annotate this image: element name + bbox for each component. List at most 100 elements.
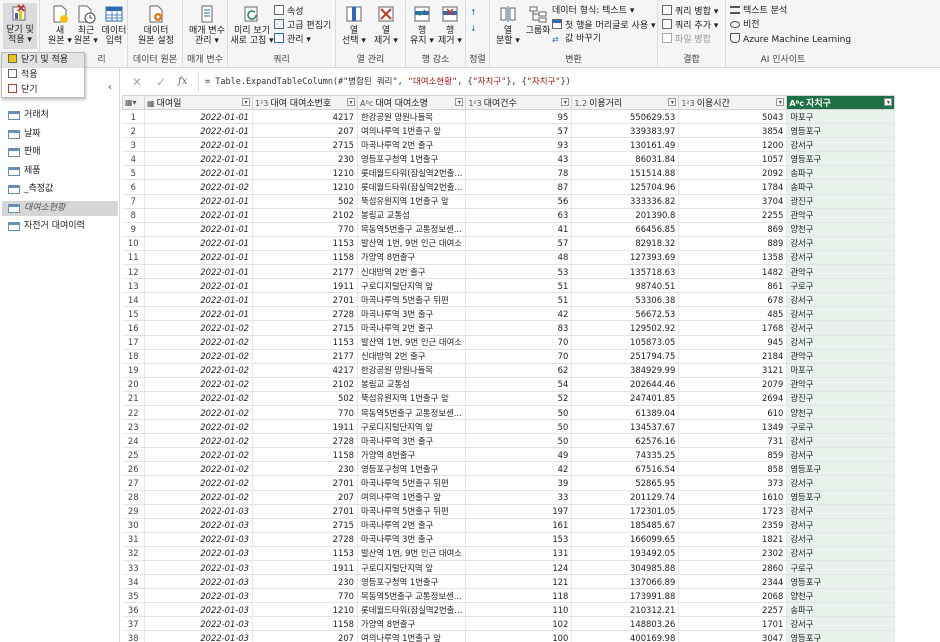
table-cell[interactable]: 강서구 bbox=[786, 236, 896, 251]
table-row[interactable]: 8 2022-01-01 2102 봉림교 교통섬 63 201390.8 2255 관악구 bbox=[122, 208, 896, 223]
table-cell[interactable]: 1200 bbox=[678, 137, 788, 153]
table-cell[interactable]: 2022-01-01 bbox=[144, 264, 253, 280]
table-cell[interactable]: 62 bbox=[465, 363, 573, 378]
table-cell[interactable]: 202644.46 bbox=[571, 377, 680, 392]
table-cell[interactable]: 2068 bbox=[678, 588, 788, 604]
table-cell[interactable]: 강서구 bbox=[786, 504, 896, 519]
table-row[interactable]: 35 2022-01-03 770 목동역5번출구 교통정보센... 118 173991… bbox=[122, 588, 896, 604]
table-cell[interactable]: 한강공원 망원나들목 bbox=[357, 109, 467, 125]
table-cell[interactable]: 2022-01-03 bbox=[144, 616, 253, 632]
table-cell[interactable]: 105873.05 bbox=[571, 335, 680, 350]
table-row[interactable]: 28 2022-01-02 207 여의나루역 1번출구 앞 33 201129.74 16… bbox=[122, 490, 896, 505]
table-row[interactable]: 30 2022-01-03 2715 마곡나루역 2번 출구 161 185485.67 2… bbox=[122, 518, 896, 533]
table-cell[interactable]: 마곡나루역 3번 출구 bbox=[357, 306, 467, 322]
table-cell[interactable]: 100 bbox=[465, 630, 573, 642]
table-cell[interactable]: 50 bbox=[465, 433, 573, 449]
query-item[interactable]: 판매 bbox=[2, 145, 118, 160]
table-cell[interactable]: 구로디지털단지역 앞 bbox=[357, 560, 467, 576]
table-cell[interactable]: 550629.53 bbox=[571, 109, 680, 125]
table-row[interactable]: 33 2022-01-03 1911 구로디지털단지역 앞 124 304985.88 28… bbox=[122, 560, 896, 576]
table-cell[interactable]: 135718.63 bbox=[571, 264, 680, 280]
column-header[interactable]: 1²3 이용시간 ▾ bbox=[678, 95, 788, 110]
table-row[interactable]: 24 2022-01-02 2728 마곡나루역 3번 출구 50 62576.16 731… bbox=[122, 433, 896, 449]
table-cell[interactable]: 1911 bbox=[252, 419, 358, 435]
table-cell[interactable]: 42 bbox=[465, 306, 573, 322]
table-cell[interactable]: 2022-01-02 bbox=[144, 490, 253, 505]
table-cell[interactable]: 610 bbox=[678, 405, 788, 421]
table-cell[interactable]: 2022-01-02 bbox=[144, 461, 253, 477]
column-header[interactable]: 1.2 이용거리 ▾ bbox=[571, 95, 680, 110]
table-cell[interactable]: 강서구 bbox=[786, 532, 896, 547]
table-cell[interactable]: 3854 bbox=[678, 123, 788, 139]
table-cell[interactable]: 82918.32 bbox=[571, 236, 680, 251]
table-row[interactable]: 21 2022-01-02 502 뚝섬유원지역 1번출구 앞 52 247401.85 2… bbox=[122, 391, 896, 406]
data-type-dropdown[interactable]: 데이터 형식: 텍스트 ▾ bbox=[552, 5, 634, 17]
table-cell[interactable]: 201390.8 bbox=[571, 208, 680, 223]
table-cell[interactable]: 2022-01-01 bbox=[144, 151, 253, 167]
table-cell[interactable]: 2022-01-01 bbox=[144, 109, 253, 125]
formula-input[interactable]: = Table.ExpandTableColumn(#"병합된 쿼리", "대여… bbox=[198, 72, 940, 92]
table-cell[interactable]: 영등포구 bbox=[786, 151, 896, 167]
menu-item-close[interactable]: 닫기 bbox=[2, 83, 84, 98]
table-cell[interactable]: 2022-01-02 bbox=[144, 419, 253, 435]
table-cell[interactable]: 502 bbox=[252, 391, 358, 406]
table-cell[interactable]: 172301.05 bbox=[571, 504, 680, 519]
table-cell[interactable]: 2022-01-01 bbox=[144, 236, 253, 251]
table-row[interactable]: 18 2022-01-02 2177 신대방역 2번 출구 70 251794.75 218… bbox=[122, 349, 896, 364]
table-cell[interactable]: 발산역 1번, 9번 인근 대여소 bbox=[357, 546, 467, 562]
table-row[interactable]: 3 2022-01-01 2715 마곡나루역 2번 출구 93 130161.49 120… bbox=[122, 137, 896, 153]
sort-ascending-button[interactable]: ↑ bbox=[470, 6, 483, 18]
table-cell[interactable]: 4217 bbox=[252, 363, 358, 378]
table-cell[interactable]: 2022-01-01 bbox=[144, 123, 253, 139]
advanced-editor-button[interactable]: 고급 편집기 bbox=[274, 19, 331, 31]
manage-parameters-button[interactable]: 매개 변수 관리 ▾ bbox=[187, 4, 227, 46]
table-cell[interactable]: 2022-01-03 bbox=[144, 518, 253, 533]
table-cell[interactable]: 5043 bbox=[678, 109, 788, 125]
table-cell[interactable]: 54 bbox=[465, 377, 573, 392]
table-cell[interactable]: 129502.92 bbox=[571, 320, 680, 336]
table-cell[interactable]: 강서구 bbox=[786, 306, 896, 322]
table-cell[interactable]: 목동역5번출구 교통정보센... bbox=[357, 222, 467, 237]
table-menu-icon[interactable]: ▦▾ bbox=[122, 95, 145, 110]
table-cell[interactable]: 2022-01-01 bbox=[144, 222, 253, 237]
table-cell[interactable]: 339383.97 bbox=[571, 123, 680, 139]
table-cell[interactable]: 49 bbox=[465, 447, 573, 463]
table-cell[interactable]: 양천구 bbox=[786, 222, 896, 237]
table-cell[interactable]: 731 bbox=[678, 433, 788, 449]
table-cell[interactable]: 2022-01-02 bbox=[144, 377, 253, 392]
table-cell[interactable]: 193492.05 bbox=[571, 546, 680, 562]
filter-dropdown-icon[interactable]: ▾ bbox=[884, 98, 893, 106]
table-cell[interactable]: 가양역 8번출구 bbox=[357, 250, 467, 266]
table-cell[interactable]: 2092 bbox=[678, 165, 788, 181]
table-cell[interactable]: 93 bbox=[465, 137, 573, 153]
table-cell[interactable]: 2715 bbox=[252, 320, 358, 336]
table-row[interactable]: 1 2022-01-01 4217 한강공원 망원나들목 95 550629.53 5043… bbox=[122, 109, 896, 125]
choose-columns-button[interactable]: 열 선택 ▾ bbox=[338, 4, 370, 46]
table-row[interactable]: 34 2022-01-03 230 영등포구청역 1번출구 121 137066.89 23… bbox=[122, 574, 896, 590]
table-row[interactable]: 26 2022-01-02 230 영등포구청역 1번출구 42 67516.54 858 영… bbox=[122, 461, 896, 477]
table-cell[interactable]: 173991.88 bbox=[571, 588, 680, 604]
table-cell[interactable]: 1153 bbox=[252, 546, 358, 562]
table-cell[interactable]: 70 bbox=[465, 335, 573, 350]
table-cell[interactable]: 2022-01-01 bbox=[144, 208, 253, 223]
table-cell[interactable]: 2177 bbox=[252, 264, 358, 280]
table-cell[interactable]: 신대방역 2번 출구 bbox=[357, 264, 467, 280]
table-row[interactable]: 2 2022-01-01 207 여의나루역 1번출구 앞 57 339383.97 385… bbox=[122, 123, 896, 139]
table-cell[interactable]: 130161.49 bbox=[571, 137, 680, 153]
table-cell[interactable]: 2302 bbox=[678, 546, 788, 562]
table-cell[interactable]: 목동역5번출구 교통정보센... bbox=[357, 588, 467, 604]
table-cell[interactable]: 2022-01-02 bbox=[144, 349, 253, 364]
table-cell[interactable]: 2257 bbox=[678, 602, 788, 618]
table-row[interactable]: 12 2022-01-01 2177 신대방역 2번 출구 53 135718.63 148… bbox=[122, 264, 896, 280]
table-cell[interactable]: 3047 bbox=[678, 630, 788, 642]
menu-item-close-apply[interactable]: 닫기 및 적용 bbox=[2, 53, 84, 68]
table-cell[interactable]: 2022-01-02 bbox=[144, 179, 253, 195]
table-cell[interactable]: 861 bbox=[678, 278, 788, 294]
table-cell[interactable]: 87 bbox=[465, 179, 573, 195]
table-cell[interactable]: 41 bbox=[465, 222, 573, 237]
table-cell[interactable]: 3704 bbox=[678, 194, 788, 209]
table-row[interactable]: 37 2022-01-03 1158 가양역 8번출구 102 148803.26 1701… bbox=[122, 616, 896, 632]
table-cell[interactable]: 247401.85 bbox=[571, 391, 680, 406]
table-cell[interactable]: 770 bbox=[252, 588, 358, 604]
combine-files-button[interactable]: 파일 병합 bbox=[662, 33, 711, 45]
